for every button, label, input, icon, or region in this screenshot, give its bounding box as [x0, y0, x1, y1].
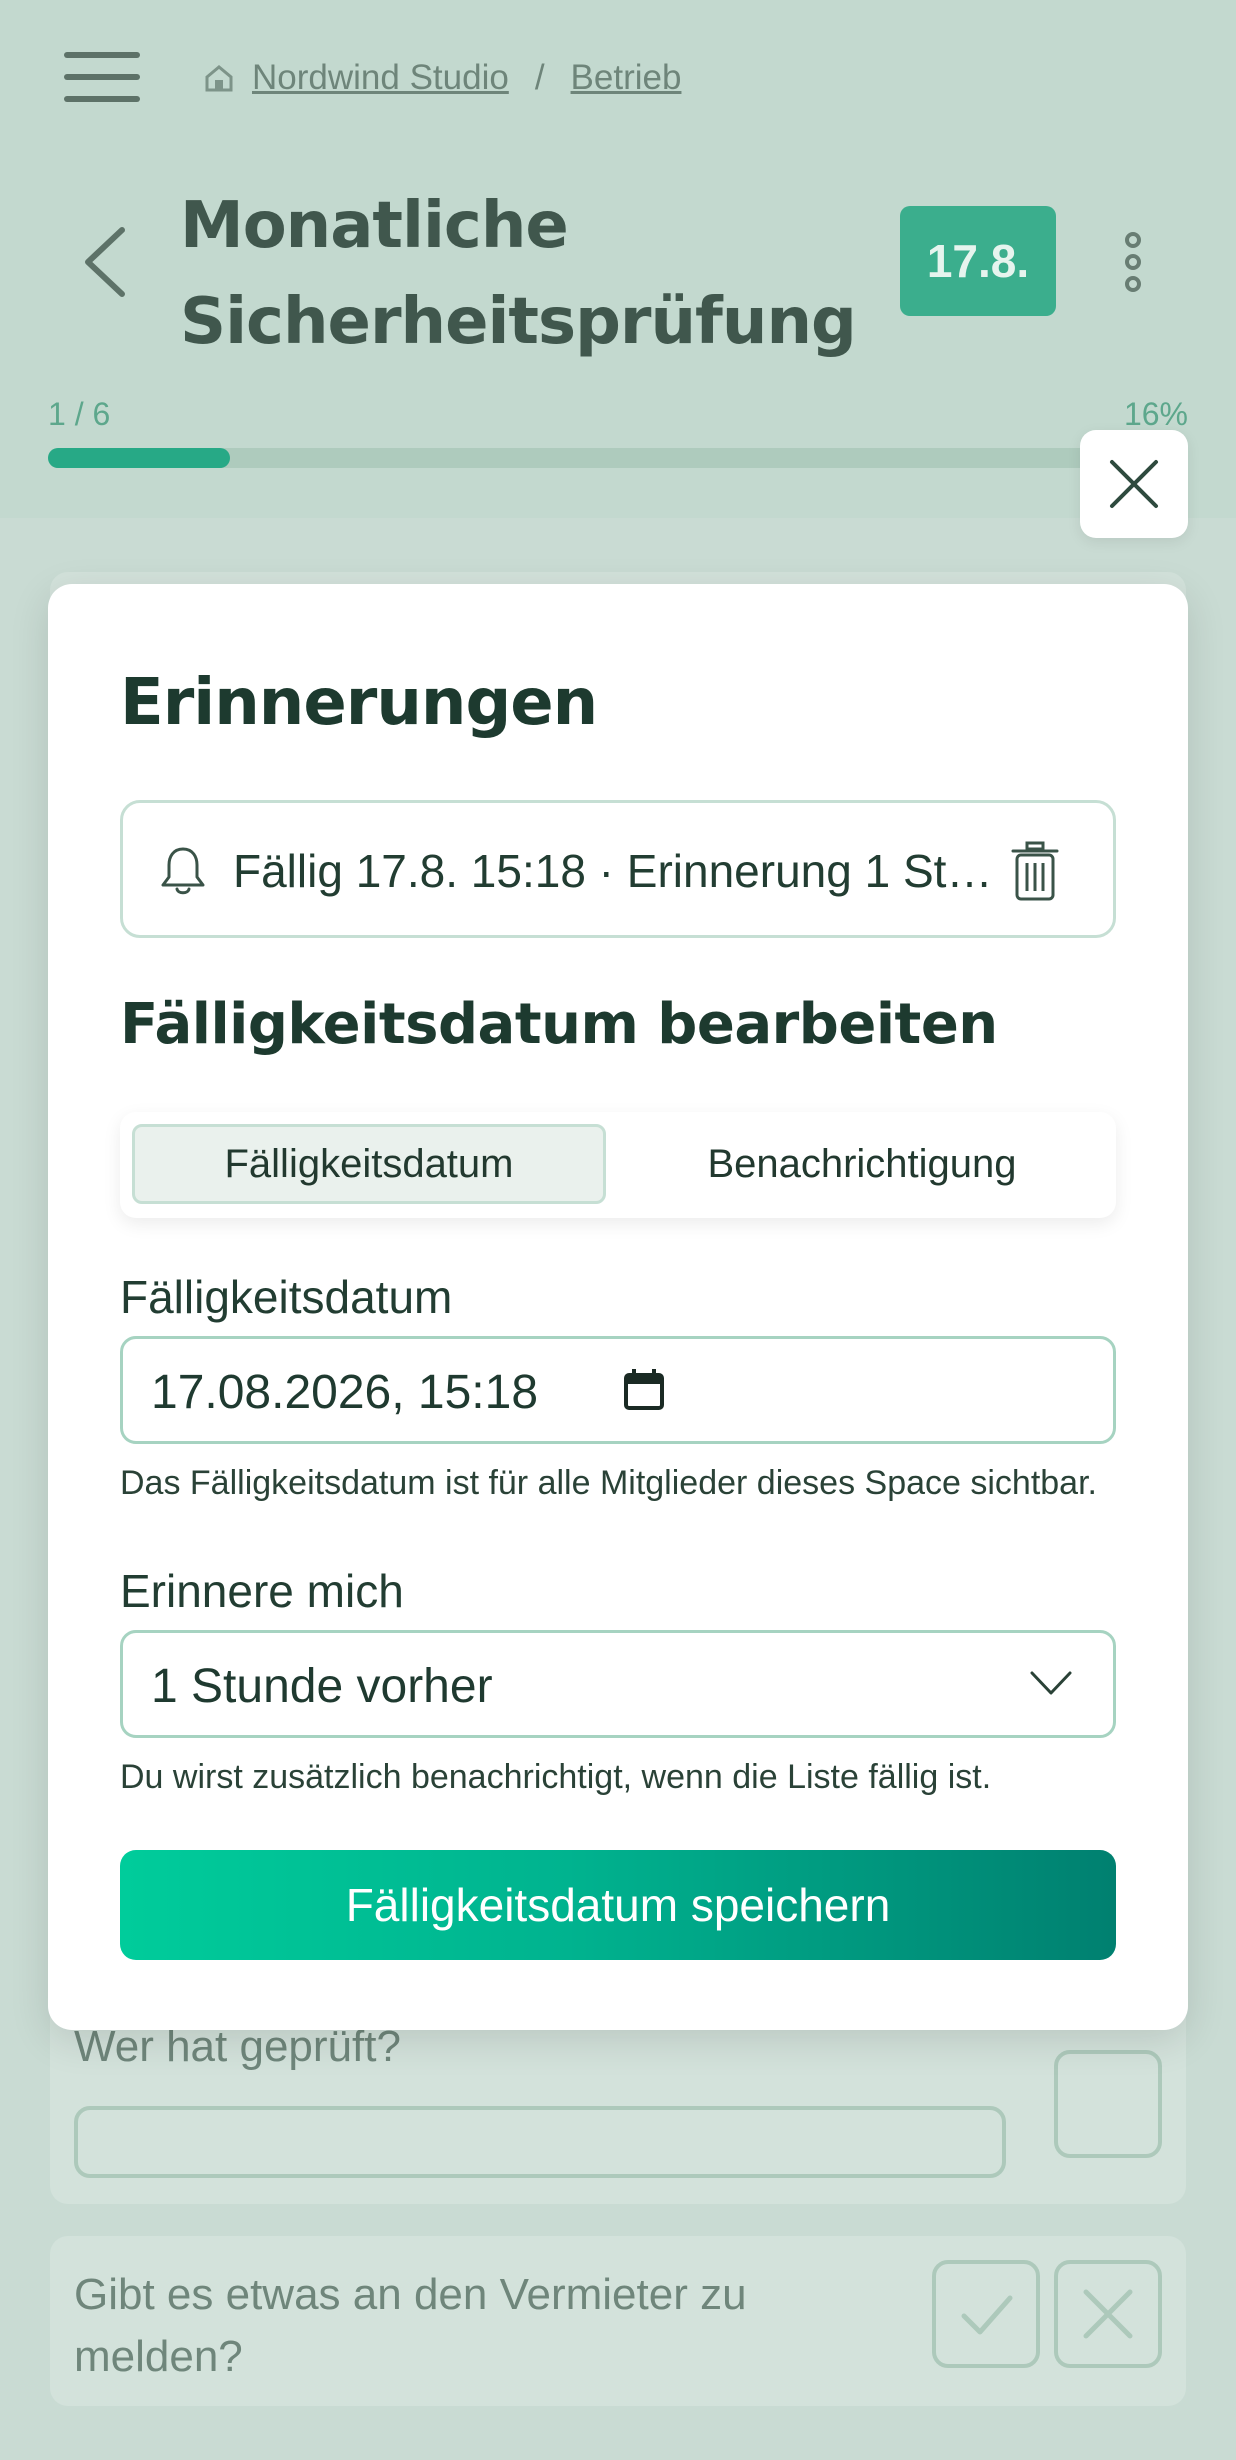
- calendar-icon[interactable]: [623, 1367, 665, 1411]
- page-title: Monatliche Sicherheitsprüfung: [180, 189, 857, 359]
- app-header: Nordwind Studio / Betrieb Monatliche Sic…: [0, 0, 1236, 518]
- breadcrumb-separator: /: [534, 58, 545, 97]
- reminder-item: Fällig 17.8. 15:18 · Erinnerung 1 Stunde…: [120, 800, 1116, 938]
- hamburger-icon[interactable]: [64, 52, 140, 102]
- chevron-down-icon: [1030, 1671, 1072, 1695]
- reminders-modal: Erinnerungen Fällig 17.8. 15:18 · Erinne…: [48, 584, 1188, 2030]
- question-text: Gibt es etwas an den Vermieter zu melden…: [74, 2270, 747, 2381]
- tab-switcher: Fälligkeitsdatum Benachrichtigung: [120, 1112, 1116, 1218]
- due-date-hint: Das Fälligkeitsdatum ist für alle Mitgli…: [120, 1464, 1097, 1502]
- reminder-text: Fällig 17.8. 15:18 · Erinnerung 1 Stunde…: [233, 845, 993, 897]
- close-modal-button[interactable]: [1080, 430, 1188, 538]
- remind-select[interactable]: 1 Stunde vorher: [120, 1630, 1116, 1738]
- remind-label: Erinnere mich: [120, 1565, 404, 1617]
- answer-checkbox[interactable]: [1054, 2050, 1162, 2158]
- answer-no-button[interactable]: [1054, 2260, 1162, 2368]
- progress-step-text: 1 / 6: [48, 396, 111, 432]
- breadcrumb-workspace-link[interactable]: Nordwind Studio: [252, 58, 509, 98]
- close-icon: [1110, 460, 1158, 508]
- progress-percent-text: 16%: [1123, 396, 1188, 432]
- modal-title: Erinnerungen: [120, 666, 598, 740]
- answer-input[interactable]: [74, 2106, 1006, 2178]
- trash-icon[interactable]: [1011, 841, 1059, 901]
- due-date-input[interactable]: 17.08.2026, 15:18: [120, 1336, 1116, 1444]
- remind-hint: Du wirst zusätzlich benachrichtigt, wenn…: [120, 1758, 992, 1796]
- bell-icon: [161, 847, 205, 895]
- due-date-badge[interactable]: 17.8.: [900, 206, 1056, 316]
- save-due-date-button[interactable]: Fälligkeitsdatum speichern: [120, 1850, 1116, 1960]
- kebab-icon[interactable]: [1118, 232, 1148, 292]
- breadcrumb: Nordwind Studio / Betrieb: [204, 58, 681, 98]
- chevron-left-icon[interactable]: [76, 222, 132, 302]
- progress-bar: [48, 448, 1188, 468]
- home-icon: [205, 65, 233, 92]
- progress-bar-fill: [48, 448, 231, 468]
- breadcrumb-section-link[interactable]: Betrieb: [571, 58, 682, 98]
- due-date-value: 17.08.2026, 15:18: [151, 1366, 539, 1419]
- tab-notification[interactable]: Benachrichtigung: [620, 1124, 1104, 1204]
- x-icon: [1083, 2289, 1133, 2339]
- check-icon: [961, 2295, 1013, 2335]
- section-title: Fälligkeitsdatum bearbeiten: [120, 992, 998, 1057]
- remind-select-value: 1 Stunde vorher: [151, 1660, 493, 1713]
- checklist-card: Gibt es etwas an den Vermieter zu melden…: [50, 2236, 1186, 2406]
- answer-yes-button[interactable]: [932, 2260, 1040, 2368]
- due-date-label: Fälligkeitsdatum: [120, 1271, 453, 1323]
- tab-due-date[interactable]: Fälligkeitsdatum: [132, 1124, 606, 1204]
